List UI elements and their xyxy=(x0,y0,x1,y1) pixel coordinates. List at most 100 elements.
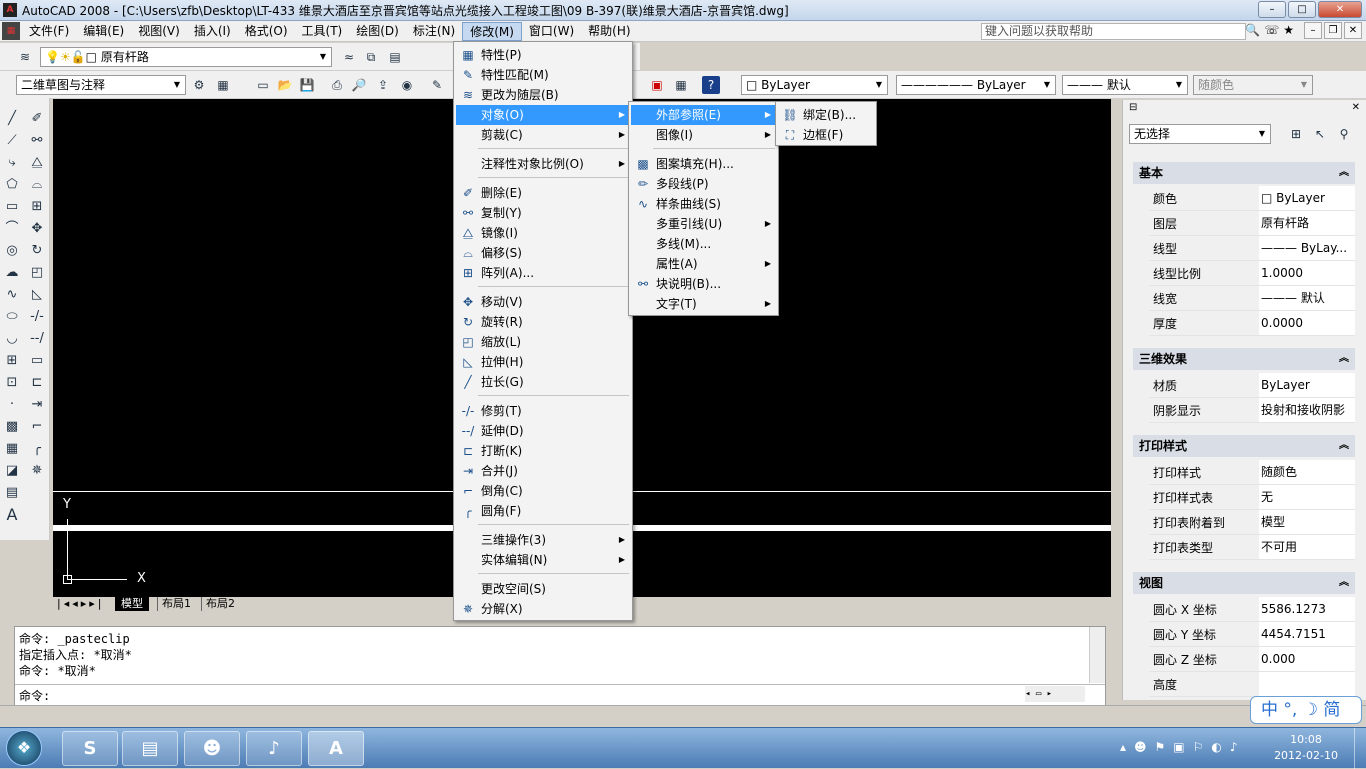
tab-model[interactable]: 模型 xyxy=(115,597,149,611)
file-explorer-icon[interactable]: ▤ xyxy=(122,731,178,766)
polyline-icon[interactable]: ⤷ xyxy=(3,154,21,172)
command-scrollbar[interactable] xyxy=(1089,627,1105,683)
menu-item-change-space[interactable]: 更改空间(S) xyxy=(456,579,630,599)
ellipse-arc-icon[interactable]: ◡ xyxy=(3,330,21,348)
menu-item-block-description[interactable]: ⚯ 块说明(B)... xyxy=(631,274,776,294)
revision-cloud-icon[interactable]: ☁ xyxy=(3,264,21,282)
menu-modify[interactable]: 修改(M) xyxy=(462,21,522,41)
menu-item-offset[interactable]: ⌓ 偏移(S) xyxy=(456,243,630,263)
section-plot-style[interactable]: 打印样式 ︽ xyxy=(1133,435,1355,457)
menu-item-fillet[interactable]: ╭ 圆角(F) xyxy=(456,501,630,521)
menu-item-extend[interactable]: --/延伸(D) xyxy=(456,421,630,441)
menu-item-xref[interactable]: 外部参照(E) ▶ xyxy=(631,105,776,125)
move-icon[interactable]: ✥ xyxy=(28,220,46,238)
sogou-taskbar-icon[interactable]: S xyxy=(62,731,118,766)
section-3d-effects[interactable]: 三维效果 ︽ xyxy=(1133,348,1355,370)
menu-item-properties[interactable]: ▦ 特性(P) xyxy=(456,45,630,65)
help-icon[interactable]: ? xyxy=(702,76,720,94)
extend-icon[interactable]: --/ xyxy=(28,330,46,348)
ime-indicator[interactable]: 中 °, ☽ 简 xyxy=(1250,696,1362,724)
insert-block-icon[interactable]: ⊞ xyxy=(3,352,21,370)
circle-icon[interactable]: ◎ xyxy=(3,242,21,260)
explode-icon[interactable]: ✵ xyxy=(28,462,46,480)
tab-layout1[interactable]: 布局1 xyxy=(157,597,195,611)
menu-item-rotate[interactable]: ↻ 旋转(R) xyxy=(456,312,630,332)
menu-item-object[interactable]: 对象(O) ▶ xyxy=(456,105,630,125)
menu-window[interactable]: 窗口(W) xyxy=(522,22,581,41)
stretch-icon[interactable]: ◺ xyxy=(28,286,46,304)
menu-item-polyline[interactable]: ✏ 多段线(P) xyxy=(631,174,776,194)
clock[interactable]: 10:08 2012-02-10 xyxy=(1274,732,1338,764)
ellipse-icon[interactable]: ⬭ xyxy=(3,308,21,326)
save-icon[interactable]: 💾 xyxy=(298,76,316,94)
menu-item-multiline[interactable]: 多线(M)... xyxy=(631,234,776,254)
menu-item-move[interactable]: ✥ 移动(V) xyxy=(456,292,630,312)
menu-item-match-properties[interactable]: ✎ 特性匹配(M) xyxy=(456,65,630,85)
make-block-icon[interactable]: ⊡ xyxy=(3,374,21,392)
tab-navigation-arrows[interactable]: |◂◂▸▸| xyxy=(57,597,105,611)
tab-layout2[interactable]: 布局2 xyxy=(201,597,239,611)
break-icon[interactable]: ⊏ xyxy=(28,374,46,392)
layer-previous-icon[interactable]: ⧉ xyxy=(362,48,380,66)
selection-combo[interactable]: 无选择 ▼ xyxy=(1129,124,1271,144)
search-icon[interactable]: 🔍 xyxy=(1245,23,1260,37)
new-file-icon[interactable]: ▭ xyxy=(254,76,272,94)
gradient-icon[interactable]: ▦ xyxy=(3,440,21,458)
fillet-icon[interactable]: ╭ xyxy=(28,440,46,458)
menu-item-set-bylayer[interactable]: ≋ 更改为随层(B) xyxy=(456,85,630,105)
erase-icon[interactable]: ✐ xyxy=(28,110,46,128)
workspace-icon[interactable]: ▦ xyxy=(214,76,232,94)
mirror-icon[interactable]: ⧋ xyxy=(28,154,46,172)
system-tray-icons[interactable]: ▴☻⚑▣⚐◐♪ xyxy=(1120,740,1246,754)
qq-icon[interactable]: ☻ xyxy=(184,731,240,766)
layer-manager-icon[interactable]: ≋ xyxy=(16,48,34,66)
plot-icon[interactable]: ⎙ xyxy=(328,76,346,94)
palette-close-icon[interactable]: ✕ xyxy=(1352,102,1360,113)
region-icon[interactable]: ◪ xyxy=(3,462,21,480)
trim-icon[interactable]: -/- xyxy=(28,308,46,326)
publish-icon[interactable]: ⇪ xyxy=(374,76,392,94)
menu-item-array[interactable]: ⊞ 阵列(A)... xyxy=(456,263,630,283)
menu-item-multileader[interactable]: 多重引线(U) ▶ xyxy=(631,214,776,234)
plot-preview-icon[interactable]: 🔎 xyxy=(350,76,368,94)
color-combo[interactable]: □ ByLayer ▼ xyxy=(741,75,888,95)
arc-icon[interactable]: ⌒ xyxy=(3,220,21,238)
doc-restore-button[interactable]: ❐ xyxy=(1324,22,1342,39)
menu-item-frame[interactable]: ⛶ 边框(F) xyxy=(778,125,874,145)
multiline-text-icon[interactable]: A xyxy=(3,506,21,524)
menu-item-text[interactable]: 文字(T) ▶ xyxy=(631,294,776,314)
scale-icon[interactable]: ◰ xyxy=(28,264,46,282)
section-general[interactable]: 基本 ︽ xyxy=(1133,162,1355,184)
menu-item-image[interactable]: 图像(I) ▶ xyxy=(631,125,776,145)
select-objects-icon[interactable]: ↖ xyxy=(1311,125,1329,143)
menu-item-scale[interactable]: ◰ 缩放(L) xyxy=(456,332,630,352)
show-desktop-button[interactable] xyxy=(1354,728,1366,769)
menu-item-clip[interactable]: 剪裁(C) ▶ xyxy=(456,125,630,145)
section-view[interactable]: 视图 ︽ xyxy=(1133,572,1355,594)
menu-item-spline[interactable]: ∿ 样条曲线(S) xyxy=(631,194,776,214)
linetype-combo[interactable]: —————— ByLayer ▼ xyxy=(896,75,1056,95)
menu-item-explode[interactable]: ✵ 分解(X) xyxy=(456,599,630,619)
make-current-icon[interactable]: ≈ xyxy=(340,48,358,66)
workspace-settings-icon[interactable]: ⚙ xyxy=(190,76,208,94)
menu-item-hatch[interactable]: ▩ 图案填充(H)... xyxy=(631,154,776,174)
menu-item-lengthen[interactable]: ╱ 拉长(G) xyxy=(456,372,630,392)
doc-close-button[interactable]: ✕ xyxy=(1344,22,1362,39)
open-file-icon[interactable]: 📂 xyxy=(276,76,294,94)
polygon-icon[interactable]: ⬠ xyxy=(3,176,21,194)
minimize-button[interactable]: – xyxy=(1258,1,1286,18)
autocad-taskbar-icon[interactable]: A xyxy=(308,731,364,766)
menu-item-erase[interactable]: ✐ 删除(E) xyxy=(456,183,630,203)
favorites-icon[interactable]: ★ xyxy=(1283,23,1294,37)
rotate-icon[interactable]: ↻ xyxy=(28,242,46,260)
menu-item-attribute[interactable]: 属性(A) ▶ xyxy=(631,254,776,274)
document-icon[interactable]: ▦ xyxy=(2,22,20,40)
table-icon[interactable]: ▤ xyxy=(3,484,21,502)
3d-dwf-icon[interactable]: ◉ xyxy=(398,76,416,94)
menu-format[interactable]: 格式(O) xyxy=(238,22,295,41)
menu-item-trim[interactable]: -/- 修剪(T) xyxy=(456,401,630,421)
menu-item-join[interactable]: ⇥ 合并(J) xyxy=(456,461,630,481)
array-icon[interactable]: ⊞ xyxy=(28,198,46,216)
hatch-icon[interactable]: ▩ xyxy=(3,418,21,436)
toggle-pickadd-icon[interactable]: ⊞ xyxy=(1287,125,1305,143)
